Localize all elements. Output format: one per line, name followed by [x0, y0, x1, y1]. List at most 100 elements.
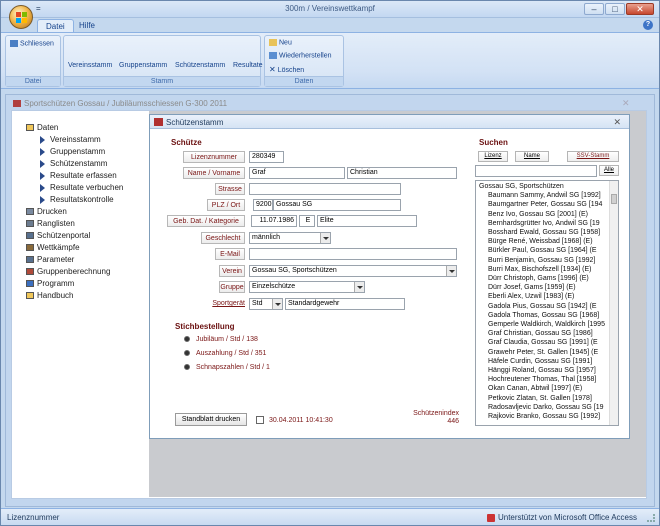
dropdown-arrow-icon[interactable]	[446, 266, 456, 276]
kategorie-field[interactable]: Elite	[317, 215, 417, 227]
name-label[interactable]: Name / Vorname	[183, 167, 245, 179]
email-label[interactable]: E-Mail	[215, 248, 245, 260]
search-results-list[interactable]: Rajkovic Branko, Gossau SG [1992] Radosav…	[475, 180, 619, 426]
geschlecht-label[interactable]: Geschlecht	[201, 232, 245, 244]
dropdown-arrow-icon[interactable]	[320, 233, 330, 243]
tree-item[interactable]: Schützenportal	[26, 231, 90, 240]
sportgeraet-select[interactable]: Std	[249, 298, 283, 310]
list-item[interactable]: Bürkler Paul, Gossau SG [1964] (E	[488, 247, 597, 254]
plz-ort-label[interactable]: PLZ / Ort	[207, 199, 245, 211]
sportgeraet-name-field[interactable]: Standardgewehr	[285, 298, 405, 310]
wiederherstellen-button[interactable]: Wiederherstellen	[269, 52, 332, 59]
search-input[interactable]	[475, 165, 597, 177]
list-item[interactable]: Häfele Curdin, Gossau SG [1991]	[488, 358, 592, 365]
list-item[interactable]: Gadola Thomas, Gossau SG [1968]	[488, 312, 599, 319]
search-lizenz-button[interactable]: Lizenz	[478, 151, 508, 162]
kategorie-code-field[interactable]: E	[299, 215, 315, 227]
scrollbar-thumb[interactable]	[611, 194, 617, 204]
dialog-close-icon[interactable]: ✕	[613, 117, 621, 128]
list-item[interactable]: Gossau SG, Sportschützen	[479, 183, 564, 190]
document-close-icon[interactable]: ✕	[622, 98, 630, 109]
tree-item[interactable]: Wettkämpfe	[26, 243, 80, 252]
lizenznummer-label[interactable]: Lizenznummer	[183, 151, 245, 163]
schliessen-button[interactable]: Schliessen	[10, 40, 54, 47]
list-item[interactable]: Burri Benjamin, Gossau SG [1992]	[488, 257, 595, 264]
list-item[interactable]: Dürr Christoph, Gams [1996] (E)	[488, 275, 589, 282]
list-item[interactable]: Bürge René, Weissbad [1968] (E)	[488, 238, 593, 245]
geburtsdatum-field[interactable]: 11.07.1986	[251, 215, 297, 227]
list-scrollbar[interactable]	[609, 181, 618, 425]
strasse-label[interactable]: Strasse	[215, 183, 245, 195]
list-item[interactable]: Burri Max, Bischofszell [1934] (E)	[488, 266, 591, 273]
gruppenstamm-button[interactable]: Gruppenstamm	[119, 62, 167, 69]
tab-datei[interactable]: Datei	[37, 19, 74, 32]
list-item[interactable]: Okan Canan, Abtwil [1997] (E)	[488, 385, 582, 392]
list-item[interactable]: Graf Christian, Gossau SG [1986]	[488, 330, 593, 337]
minimize-button[interactable]: –	[584, 3, 604, 15]
list-item[interactable]: Hochreutener Thomas, Thal [1958]	[488, 376, 596, 383]
help-icon[interactable]: ?	[643, 20, 653, 30]
tree-item[interactable]: Resultatskontrolle	[40, 195, 114, 204]
tree-item[interactable]: Daten	[26, 123, 58, 132]
search-ssv-stamm-button[interactable]: SSV-Stamm	[567, 151, 619, 162]
list-item[interactable]: Baumann Sammy, Andwil SG [1992]	[488, 192, 601, 199]
list-item[interactable]: Bosshard Ewald, Gossau SG [1958]	[488, 229, 600, 236]
gruppe-select[interactable]: Einzelschütze	[249, 281, 365, 293]
list-item[interactable]: Bernhardsgrütter Ivo, Andwil SG [19	[488, 220, 600, 227]
tree-item[interactable]: Gruppenberechnung	[26, 267, 110, 276]
list-item[interactable]: Benz Ivo, Gossau SG [2001] (E)	[488, 211, 588, 218]
tree-item[interactable]: Parameter	[26, 255, 74, 264]
neu-button[interactable]: Neu	[269, 39, 292, 46]
name-field[interactable]: Graf	[249, 167, 345, 179]
list-item[interactable]: Dürr Josef, Gams [1959] (E)	[488, 284, 576, 291]
geb-dat-label[interactable]: Geb. Dat. / Kategorie	[167, 215, 245, 227]
geschlecht-select[interactable]: männlich	[249, 232, 331, 244]
office-button[interactable]	[9, 5, 33, 29]
dropdown-arrow-icon[interactable]	[354, 282, 364, 292]
verein-label[interactable]: Verein	[219, 265, 245, 277]
tree-item[interactable]: Drucken	[26, 207, 67, 216]
tree-item[interactable]: Ranglisten	[26, 219, 75, 228]
dropdown-arrow-icon[interactable]	[272, 299, 282, 309]
list-item[interactable]: Graf Claudia, Gossau SG [1991] (E	[488, 339, 598, 346]
list-item[interactable]: Eberli Alex, Uzwil [1983] (E)	[488, 293, 574, 300]
stich-item[interactable]: Jubiläum / Std / 138	[184, 336, 258, 343]
verein-select[interactable]: Gossau SG, Sportschützen	[249, 265, 457, 277]
list-item[interactable]: Gadola Pius, Gossau SG [1942] (E	[488, 303, 597, 310]
tree-item[interactable]: Gruppenstamm	[40, 147, 105, 156]
resize-grip-icon[interactable]	[647, 514, 655, 522]
lizenznummer-field[interactable]: 280349	[249, 151, 284, 163]
gruppe-label[interactable]: Gruppe	[219, 281, 245, 293]
tab-hilfe[interactable]: Hilfe	[71, 19, 103, 32]
list-item[interactable]: Gemperle Waldkirch, Waldkirch [1995	[488, 321, 605, 328]
stich-item[interactable]: Auszahlung / Std / 351	[184, 350, 266, 357]
list-item[interactable]: Baumgartner Peter, Gossau SG [194	[488, 201, 602, 208]
tree-item[interactable]: Programm	[26, 279, 74, 288]
strasse-field[interactable]	[249, 183, 401, 195]
email-field[interactable]	[249, 248, 457, 260]
loeschen-button[interactable]: ✕ Löschen	[269, 65, 304, 74]
list-item[interactable]: Radosavljevic Darko, Gossau SG [19	[488, 404, 604, 411]
tree-item[interactable]: Handbuch	[26, 291, 73, 300]
checkbox[interactable]	[256, 416, 264, 424]
tree-item[interactable]: Vereinsstamm	[40, 135, 101, 144]
list-item[interactable]: Hänggi Roland, Gossau SG [1957]	[488, 367, 596, 374]
tree-item[interactable]: Resultate erfassen	[40, 171, 117, 180]
resultate-button[interactable]: Resultate	[233, 62, 263, 69]
sportgeraet-label[interactable]: Sportgerät	[201, 300, 245, 307]
vorname-field[interactable]: Christian	[347, 167, 457, 179]
list-item[interactable]: Rajkovic Branko, Gossau SG [1992]	[488, 413, 600, 420]
tree-item[interactable]: Schützenstamm	[40, 159, 107, 168]
vereinsstamm-button[interactable]: Vereinsstamm	[68, 62, 112, 69]
list-item[interactable]: Grawehr Peter, St. Gallen [1945] (E	[488, 349, 598, 356]
tree-item[interactable]: Resultate verbuchen	[40, 183, 123, 192]
maximize-button[interactable]: □	[605, 3, 625, 15]
plz-field[interactable]: 9200	[253, 199, 273, 211]
search-name-button[interactable]: Name	[515, 151, 549, 162]
stich-item[interactable]: Schnapszahlen / Std / 1	[184, 364, 270, 371]
schuetzenstamm-button[interactable]: Schützenstamm	[175, 62, 225, 69]
ort-field[interactable]: Gossau SG	[273, 199, 401, 211]
search-alle-button[interactable]: Alle	[599, 165, 619, 176]
standblatt-drucken-button[interactable]: Standblatt drucken	[175, 413, 247, 426]
close-button[interactable]: ✕	[626, 3, 654, 15]
